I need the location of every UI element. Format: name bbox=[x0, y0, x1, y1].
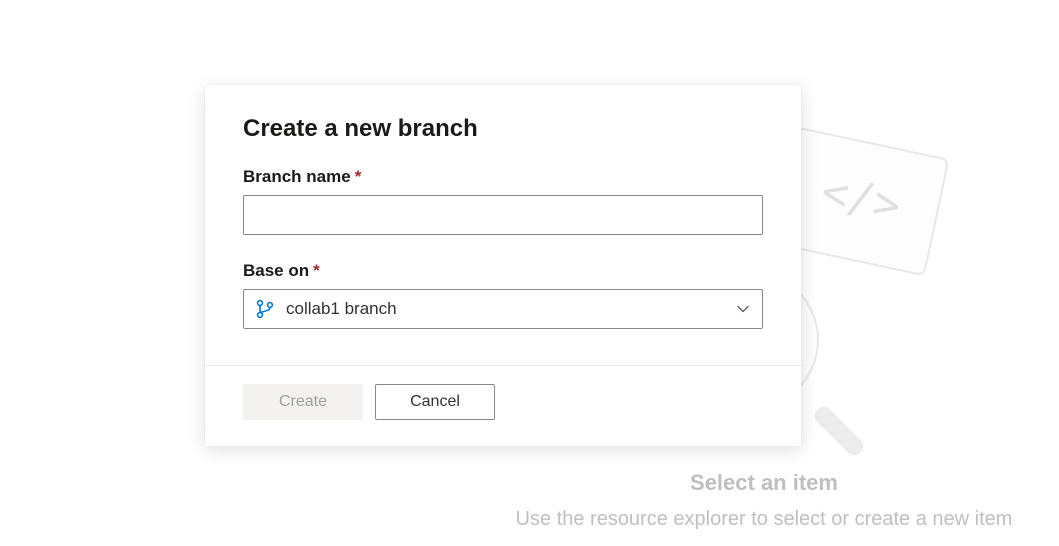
git-branch-icon bbox=[256, 299, 274, 319]
required-asterisk-icon: * bbox=[313, 261, 320, 280]
branch-name-field-group: Branch name* bbox=[243, 167, 763, 235]
code-brackets-icon: </> bbox=[817, 166, 905, 232]
branch-name-input[interactable] bbox=[243, 195, 763, 235]
base-on-field-group: Base on* collab1 branch bbox=[243, 261, 763, 329]
dialog-title: Create a new branch bbox=[243, 115, 763, 143]
base-on-label: Base on* bbox=[243, 261, 763, 281]
base-on-selected-value: collab1 branch bbox=[286, 299, 736, 319]
base-on-label-text: Base on bbox=[243, 261, 309, 280]
create-branch-dialog: Create a new branch Branch name* Base on… bbox=[205, 85, 801, 446]
placeholder-subtext: Use the resource explorer to select or c… bbox=[484, 508, 1044, 531]
branch-name-label-text: Branch name bbox=[243, 167, 351, 186]
create-button[interactable]: Create bbox=[243, 384, 363, 420]
branch-name-label: Branch name* bbox=[243, 167, 763, 187]
placeholder-heading: Select an item bbox=[484, 470, 1044, 496]
chevron-down-icon bbox=[736, 302, 750, 316]
cancel-button[interactable]: Cancel bbox=[375, 384, 495, 420]
dialog-footer: Create Cancel bbox=[205, 365, 801, 446]
base-on-dropdown[interactable]: collab1 branch bbox=[243, 289, 763, 329]
background-placeholder-text: Select an item Use the resource explorer… bbox=[484, 470, 1044, 531]
required-asterisk-icon: * bbox=[355, 167, 362, 186]
